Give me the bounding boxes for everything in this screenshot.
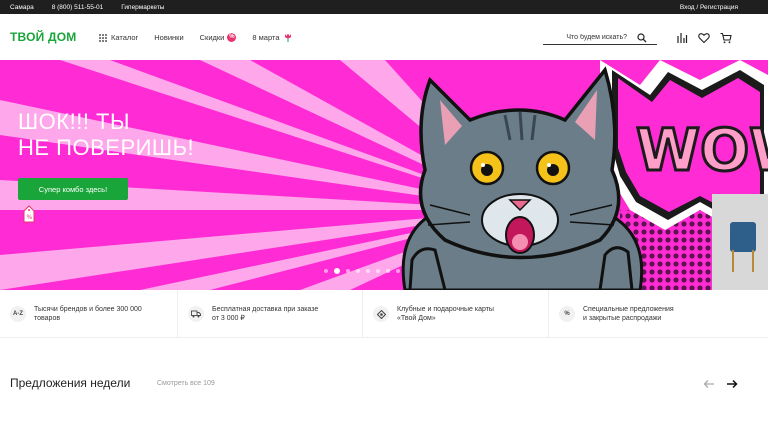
header: ТВОЙ ДОМ Каталог Новинки Скидки % 8 март…: [0, 14, 768, 60]
cart-icon[interactable]: [720, 32, 732, 44]
svg-text:WOW: WOW: [636, 116, 768, 184]
nav-new-label: Новинки: [154, 33, 184, 42]
see-all-link[interactable]: Смотреть все 109: [157, 380, 215, 387]
truck-icon: [188, 306, 204, 322]
feature-offers: % Специальные предложения и закрытые рас…: [549, 290, 768, 338]
nav-sales[interactable]: Скидки %: [200, 33, 237, 42]
nav-march8-label: 8 марта: [252, 33, 280, 42]
sales-percent-badge: %: [227, 33, 237, 42]
city-selector[interactable]: Самара: [10, 4, 34, 11]
top-bar: Самара 8 (800) 511-55-01 Гипермаркеты Вх…: [0, 0, 768, 14]
login-link[interactable]: Вход / Регистрация: [680, 4, 738, 11]
slider-dot-active[interactable]: [334, 268, 340, 274]
feature-cards-text: Клубные и подарочные карты «Твой Дом»: [397, 306, 494, 322]
promo-banner[interactable]: WOW ШОК!!! ТЫ НЕ ПОВЕРИШЬ! Супер комб: [0, 60, 768, 290]
slider-dot[interactable]: [356, 269, 360, 273]
banner-artwork: WOW: [0, 60, 768, 290]
slider-dot[interactable]: [366, 269, 370, 273]
features-strip: A-Z Тысячи брендов и более 300 000 товар…: [0, 290, 768, 338]
nav-catalog-label: Каталог: [111, 33, 139, 42]
stores-link[interactable]: Гипермаркеты: [121, 4, 164, 11]
banner-headline: ШОК!!! ТЫ НЕ ПОВЕРИШЬ!: [18, 109, 195, 160]
header-actions: [676, 32, 742, 44]
slider-dot[interactable]: [386, 269, 390, 273]
search-input[interactable]: [543, 34, 633, 41]
main-nav: Каталог Новинки Скидки % 8 марта: [99, 33, 308, 42]
nav-new[interactable]: Новинки: [154, 33, 183, 42]
feature-offers-text: Специальные предложения и закрытые распр…: [583, 306, 674, 322]
feature-delivery-text: Бесплатная доставка при заказе от 3 000 …: [212, 306, 319, 322]
feature-brands-text: Тысячи брендов и более 300 000 товаров: [34, 306, 142, 322]
compare-icon[interactable]: [676, 32, 688, 44]
slider-dot[interactable]: [376, 269, 380, 273]
catalog-grid-icon: [99, 33, 107, 42]
feature-brands: A-Z Тысячи брендов и более 300 000 товар…: [0, 290, 178, 338]
heart-icon[interactable]: [698, 32, 710, 44]
nav-sales-label: Скидки: [199, 33, 225, 42]
arrow-left-icon[interactable]: [703, 379, 715, 389]
card-icon: [373, 306, 389, 322]
feature-delivery: Бесплатная доставка при заказе от 3 000 …: [178, 290, 363, 338]
a-z-icon: A-Z: [10, 306, 26, 322]
search-icon[interactable]: [637, 32, 647, 43]
phone-link[interactable]: 8 (800) 511-55-01: [52, 4, 104, 11]
logo[interactable]: ТВОЙ ДОМ: [10, 30, 76, 44]
search-box: [543, 31, 657, 45]
slider-dot[interactable]: [396, 269, 400, 273]
tulip-icon: [284, 33, 291, 42]
price-tag-icon: %: [23, 205, 35, 223]
nav-march8[interactable]: 8 марта: [252, 33, 291, 42]
section-title: Предложения недели: [10, 376, 131, 390]
slider-dot[interactable]: [346, 269, 350, 273]
slider-dots: [324, 268, 406, 274]
percent-icon: %: [559, 306, 575, 322]
banner-cta-button[interactable]: Супер комбо здесь!: [18, 178, 128, 200]
nav-catalog[interactable]: Каталог: [99, 33, 138, 42]
svg-text:%: %: [27, 214, 33, 221]
feature-cards: Клубные и подарочные карты «Твой Дом»: [363, 290, 549, 338]
arrow-right-icon[interactable]: [726, 379, 738, 389]
slider-dot[interactable]: [324, 269, 328, 273]
